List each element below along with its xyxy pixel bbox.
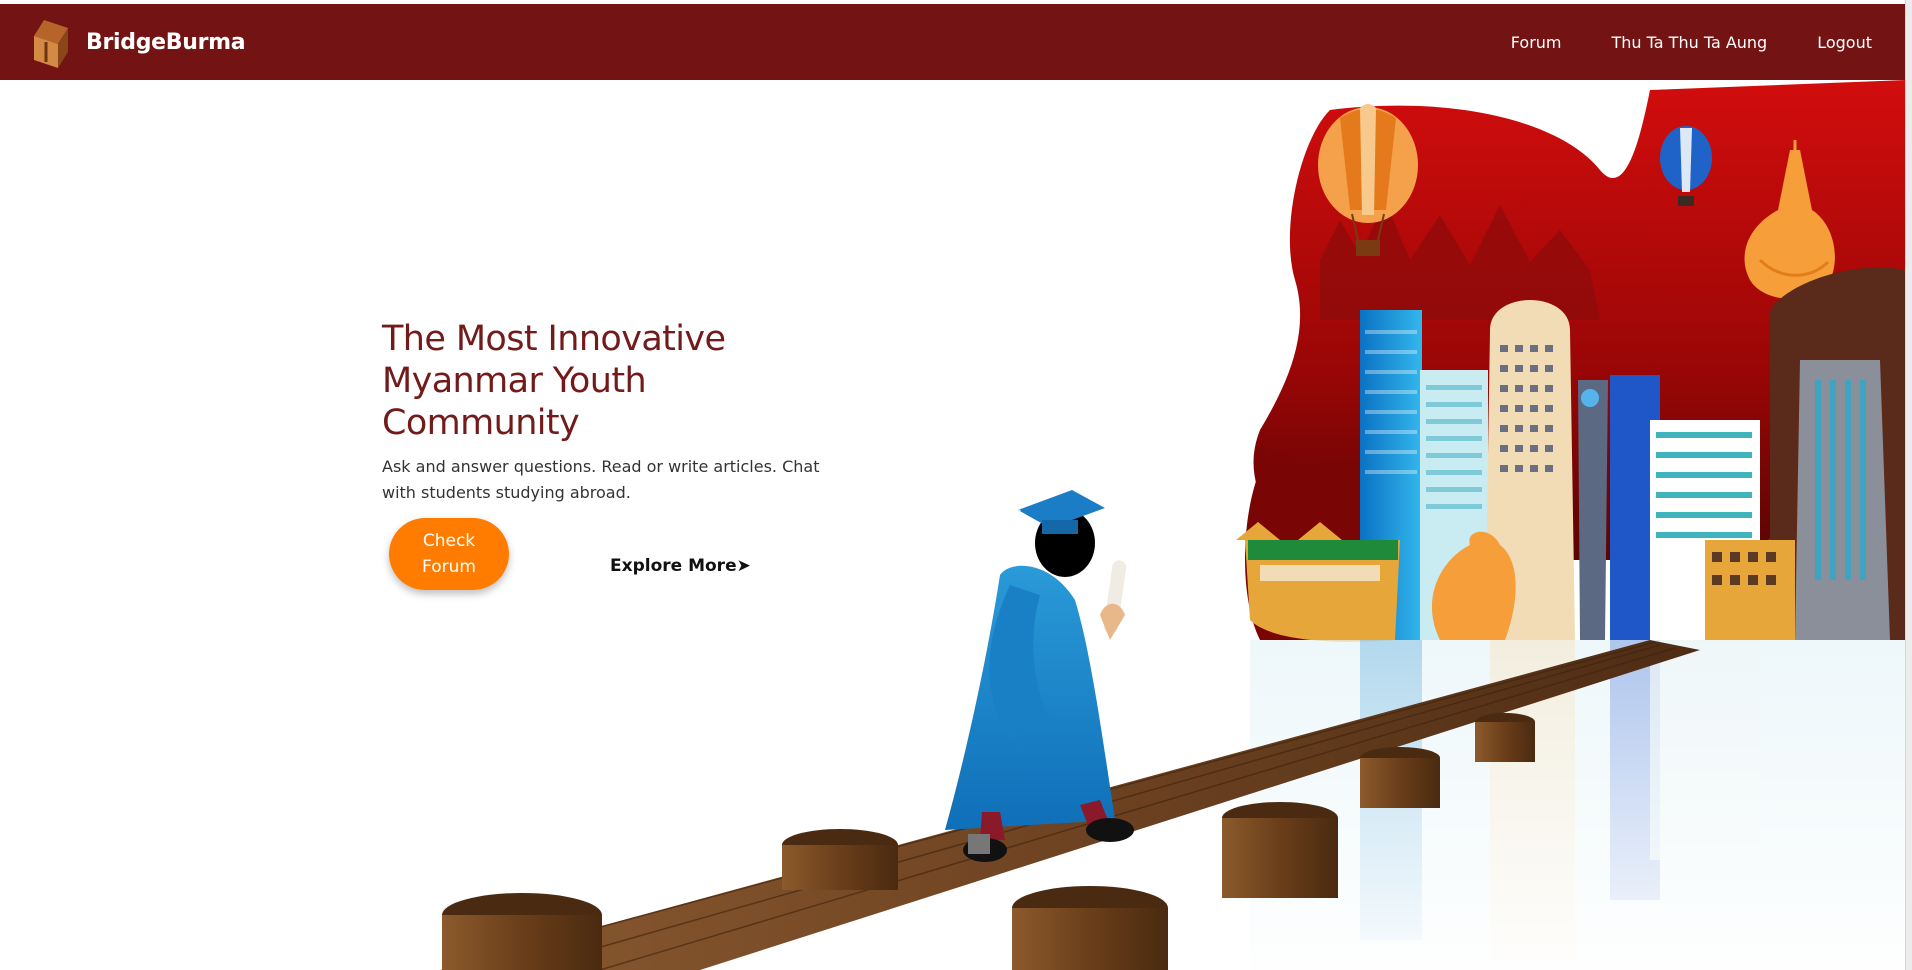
brand-link[interactable]: BridgeBurma (30, 14, 246, 70)
page: BridgeBurma Forum Thu Ta Thu Ta Aung Log… (0, 0, 1912, 970)
hero-illustration (440, 80, 1906, 970)
nav-forum-link[interactable]: Forum (1511, 33, 1562, 52)
hero-text: The Most Innovative Myanmar Youth Commun… (382, 318, 842, 506)
nav-user-link[interactable]: Thu Ta Thu Ta Aung (1612, 33, 1768, 52)
bridge-logo-icon (34, 20, 68, 68)
brand-name: BridgeBurma (86, 29, 246, 55)
nav-logout-link[interactable]: Logout (1817, 33, 1872, 52)
scrollbar[interactable] (1905, 0, 1912, 970)
nav-links: Forum Thu Ta Thu Ta Aung Logout (1511, 33, 1872, 52)
explore-more-link[interactable]: Explore More➤ (610, 556, 751, 576)
hero-title: The Most Innovative Myanmar Youth Commun… (382, 319, 726, 443)
navbar: BridgeBurma Forum Thu Ta Thu Ta Aung Log… (0, 4, 1906, 80)
hero-subtitle: Ask and answer questions. Read or write … (382, 457, 820, 502)
check-forum-button[interactable]: Check Forum (389, 518, 509, 590)
